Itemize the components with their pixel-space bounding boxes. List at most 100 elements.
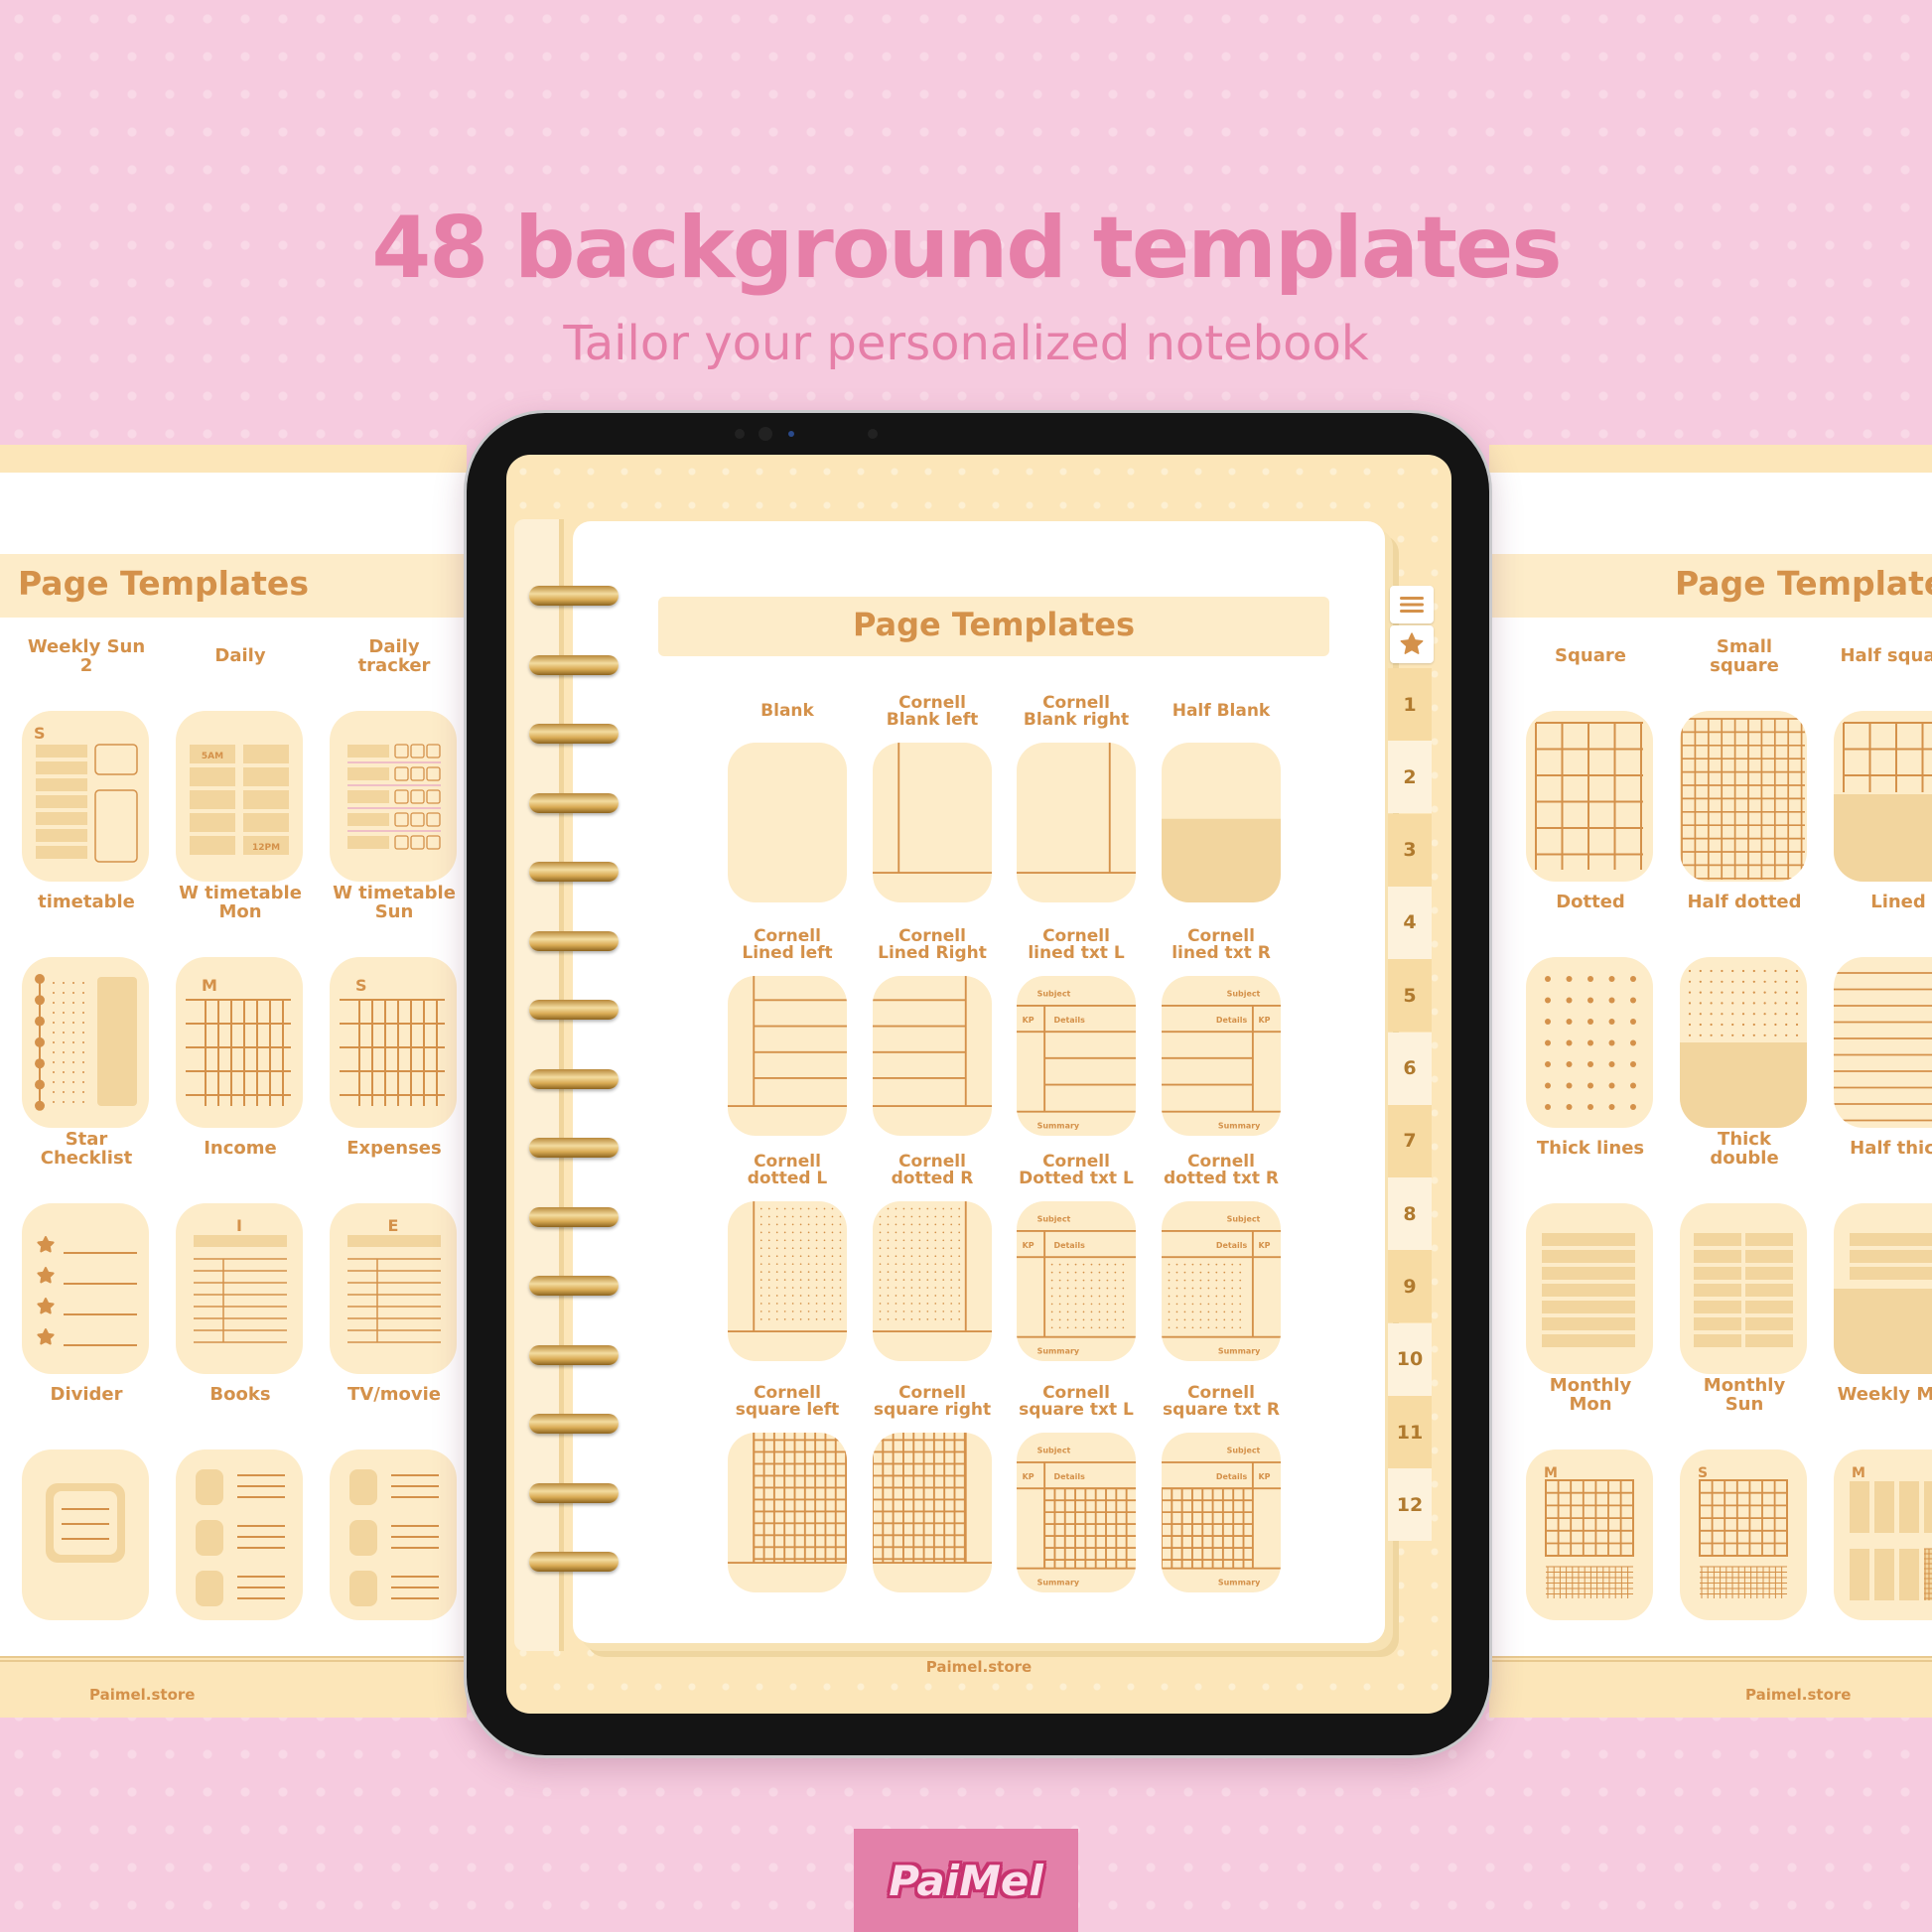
template-preview-cornelltxt: Subject Details KP Summary [1162, 990, 1281, 1131]
template-thumbnail[interactable] [1526, 957, 1653, 1128]
template-thumbnail[interactable] [330, 1449, 457, 1620]
month-tab-1[interactable]: 1 [1388, 668, 1432, 741]
template-thumbnail[interactable]: Subject Details KP Summary [1162, 976, 1281, 1136]
svg-text:Details: Details [1054, 1472, 1086, 1481]
template-thumbnail[interactable]: E [330, 1203, 457, 1374]
template-label: Weekly Mon [1837, 1384, 1932, 1405]
month-tab-7[interactable]: 7 [1388, 1104, 1432, 1177]
template-thumbnail[interactable] [873, 743, 992, 902]
template-thumbnail[interactable] [1680, 711, 1807, 882]
template-label: Cornell Dotted txt L [1019, 1152, 1134, 1188]
hamburger-menu-icon [1400, 597, 1424, 613]
template-label: TV/movie [346, 1384, 442, 1405]
template-thumbnail[interactable] [1680, 957, 1807, 1128]
template-label: Cornell square txt L [1019, 1383, 1134, 1420]
template-thumbnail[interactable] [22, 957, 149, 1128]
month-tab-12[interactable]: 12 [1388, 1468, 1432, 1542]
svg-text:12PM: 12PM [252, 843, 280, 853]
month-tab-6[interactable]: 6 [1388, 1032, 1432, 1105]
template-thumbnail[interactable] [728, 1433, 847, 1592]
left-page-top-band [0, 445, 467, 473]
template-thumbnail[interactable] [728, 743, 847, 902]
template-preview-monthly: M [1544, 1465, 1634, 1598]
template-thumbnail[interactable] [22, 1449, 149, 1620]
month-tab-8[interactable]: 8 [1388, 1177, 1432, 1251]
template-thumbnail[interactable]: M [176, 957, 303, 1128]
svg-text:Details: Details [1216, 1241, 1248, 1250]
template-thumbnail[interactable]: S [330, 957, 457, 1128]
camera-dot [735, 429, 745, 439]
template-label: Dotted [1556, 892, 1625, 912]
template-thumbnail[interactable]: M [1526, 1449, 1653, 1620]
binder-ring [529, 1552, 619, 1572]
left-page-bottom-band [0, 1656, 467, 1718]
template-label: Daily tracker [357, 636, 431, 676]
binder-ring [529, 1482, 619, 1503]
menu-tab[interactable] [1390, 586, 1434, 623]
template-thumbnail[interactable]: Subject KP Details Summary [1017, 976, 1136, 1136]
binder-ring [529, 1344, 619, 1365]
month-tab-4[interactable]: 4 [1388, 886, 1432, 959]
svg-text:M: M [202, 976, 217, 995]
favorites-tab[interactable] [1390, 625, 1434, 663]
page-title: Page Templates [852, 606, 1136, 643]
month-tab-9[interactable]: 9 [1388, 1250, 1432, 1323]
template-thumbnail[interactable] [1017, 743, 1136, 902]
template-thumbnail[interactable] [330, 711, 457, 882]
template-thumbnail[interactable]: Subject KP Details Summary [1017, 1201, 1136, 1361]
template-label: Thick lines [1536, 1138, 1645, 1159]
svg-text:Details: Details [1216, 1472, 1248, 1481]
template-thumbnail[interactable] [873, 976, 992, 1136]
month-tab-11[interactable]: 11 [1388, 1396, 1432, 1468]
template-thumbnail[interactable] [176, 1449, 303, 1620]
template-thumbnail[interactable]: S [1680, 1449, 1807, 1620]
template-thumbnail[interactable] [1834, 957, 1932, 1128]
template-label: W timetable Sun [333, 883, 456, 922]
template-thumbnail[interactable] [1680, 1203, 1807, 1374]
month-tab-10[interactable]: 10 [1388, 1322, 1432, 1396]
month-tab-2[interactable]: 2 [1388, 741, 1432, 814]
template-preview-tracker [347, 744, 441, 850]
template-label: Half thick [1850, 1138, 1932, 1159]
template-thumbnail[interactable]: 5AM 12PM [176, 711, 303, 882]
template-label: Star Checklist [40, 1129, 133, 1169]
template-thumbnail[interactable]: Subject Details KP Summary [1162, 1433, 1281, 1592]
template-preview-dotted [1545, 976, 1636, 1110]
template-preview-cornell [728, 1201, 847, 1332]
binder-ring [529, 586, 619, 606]
template-label: Cornell square txt R [1163, 1383, 1280, 1420]
template-thumbnail[interactable]: Subject Details KP Summary [1162, 1201, 1281, 1361]
template-thumbnail[interactable]: S [22, 711, 149, 882]
binder-ring [529, 1000, 619, 1020]
right-page-title: Page Templates [1675, 564, 1932, 603]
template-thumbnail[interactable]: I [176, 1203, 303, 1374]
template-thumbnail[interactable] [22, 1203, 149, 1374]
template-preview-lined [1834, 972, 1932, 1122]
template-thumbnail[interactable] [728, 1201, 847, 1361]
template-thumbnail[interactable] [1526, 1203, 1653, 1374]
template-thumbnail[interactable] [1834, 711, 1932, 882]
template-thumbnail[interactable] [1526, 711, 1653, 882]
template-thumbnail[interactable]: Subject KP Details Summary [1017, 1433, 1136, 1592]
template-thumbnail[interactable]: M [1834, 1449, 1932, 1620]
template-thumbnail[interactable] [873, 1433, 992, 1592]
binder-ring [529, 1068, 619, 1089]
template-label: W timetable Mon [179, 883, 302, 922]
template-thumbnail[interactable] [728, 976, 847, 1136]
template-thumbnail[interactable] [1834, 1203, 1932, 1374]
month-tab-3[interactable]: 3 [1388, 813, 1432, 887]
svg-text:Subject: Subject [1037, 1215, 1071, 1224]
brand-logo: PaiMel [889, 1856, 1043, 1905]
template-label: Cornell dotted L [747, 1152, 828, 1188]
template-thumbnail[interactable] [873, 1201, 992, 1361]
svg-text:KP: KP [1023, 1241, 1035, 1250]
template-preview-cornelltxt: Subject Details KP Summary [1162, 1215, 1281, 1356]
sensor-dot [788, 431, 794, 437]
svg-text:E: E [388, 1216, 399, 1235]
svg-text:Summary: Summary [1218, 1347, 1261, 1356]
right-page-footer: Paimel.store [1745, 1686, 1852, 1704]
template-thumbnail[interactable] [1162, 743, 1281, 902]
month-tab-5[interactable]: 5 [1388, 959, 1432, 1033]
right-page-bottom-band [1489, 1656, 1932, 1718]
template-preview-cornell [728, 976, 847, 1107]
